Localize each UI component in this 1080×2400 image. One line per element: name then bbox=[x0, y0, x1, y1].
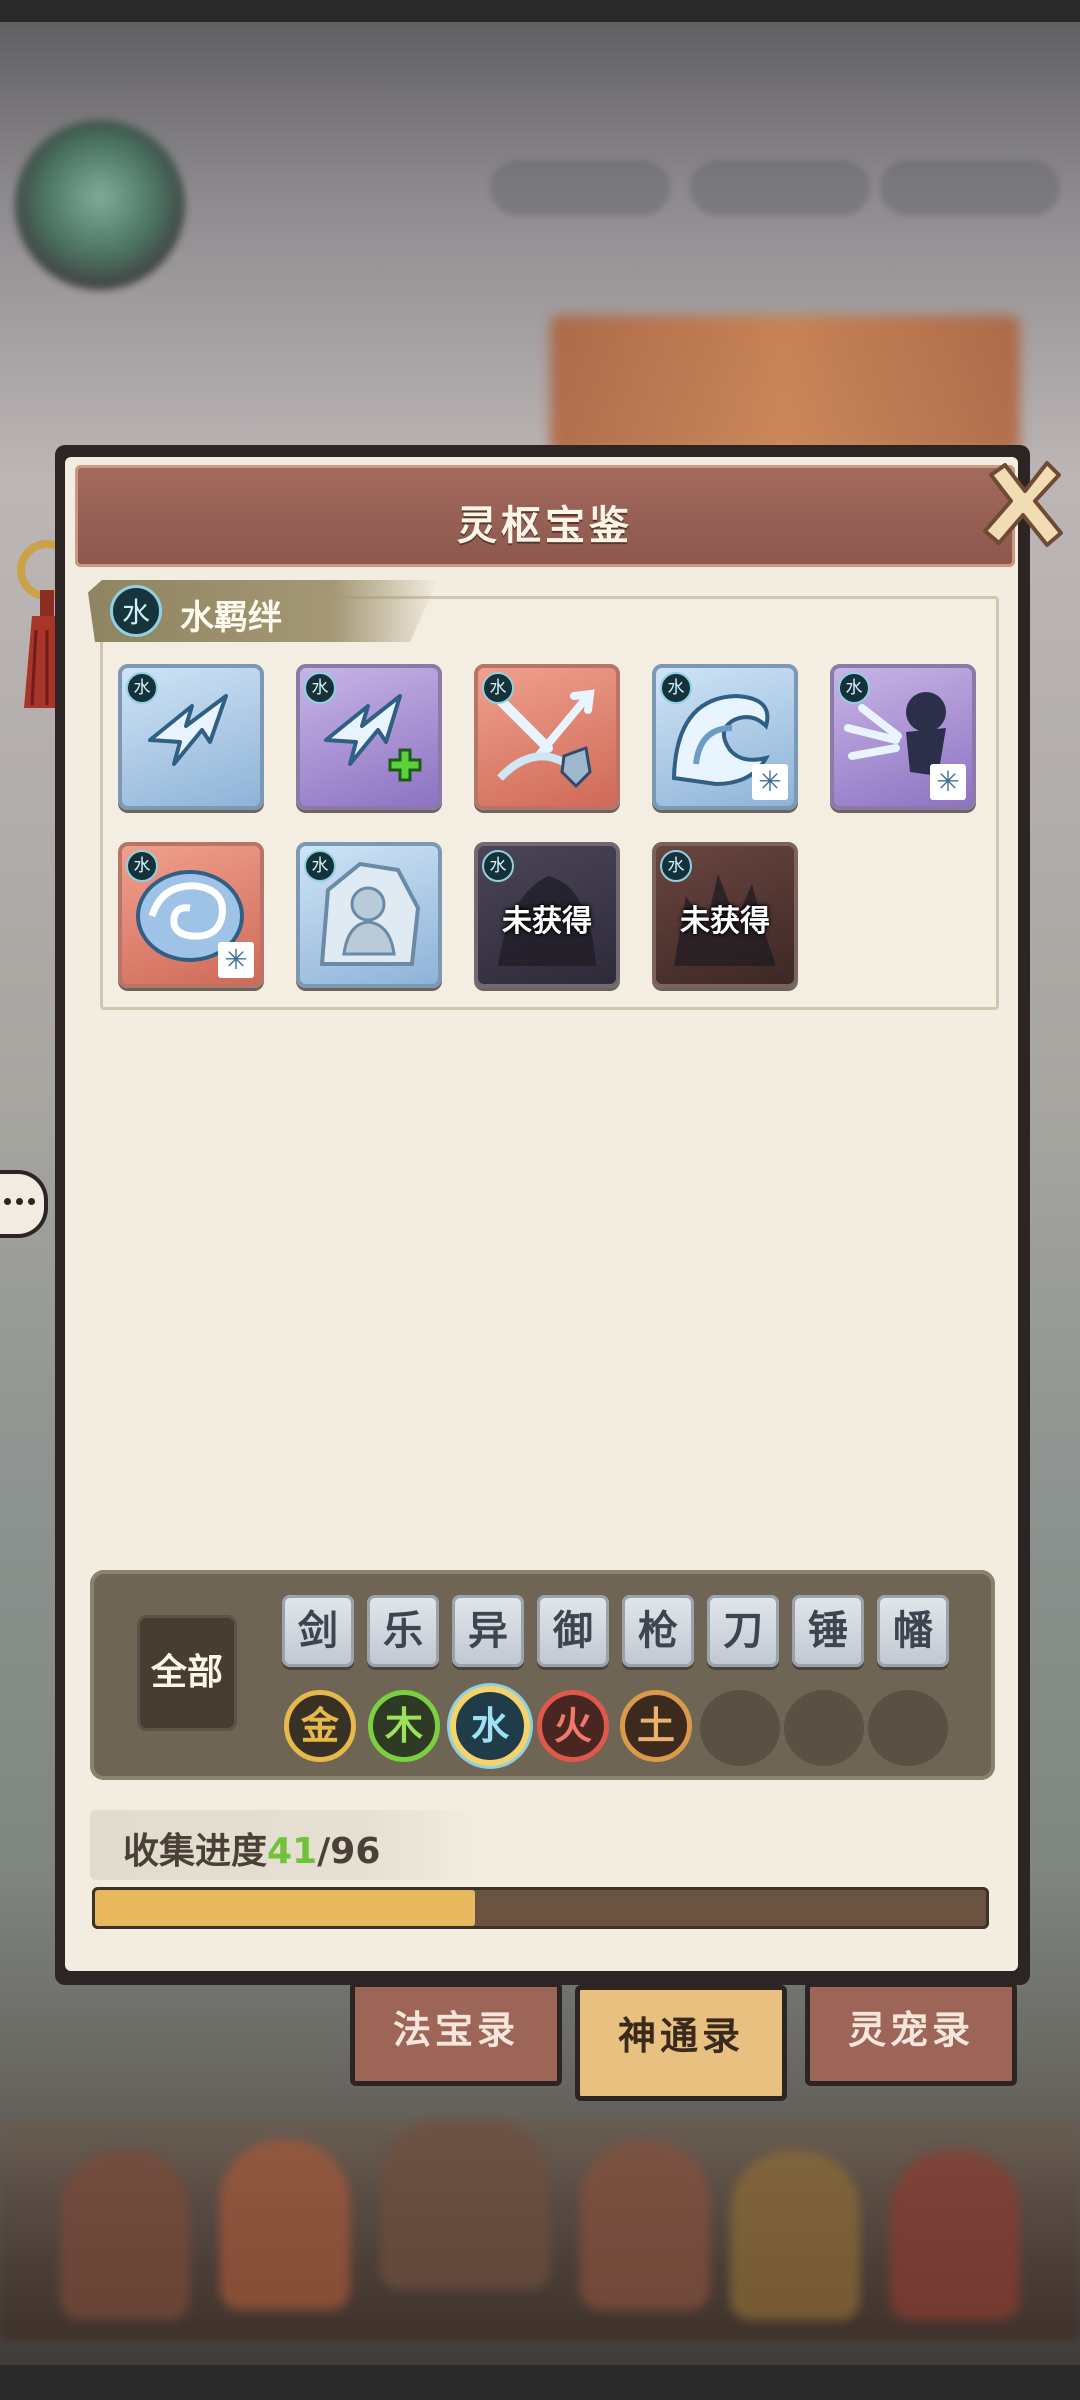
filter-weapon-sword[interactable]: 剑 bbox=[282, 1595, 354, 1667]
card-element-badge: 水 bbox=[482, 672, 514, 704]
card-element-badge: 水 bbox=[126, 672, 158, 704]
event-banner-blurred bbox=[550, 315, 1020, 455]
nav-icon-blurred bbox=[730, 2150, 860, 2320]
card-element-badge: 水 bbox=[660, 672, 692, 704]
frost-tag-icon: ✳ bbox=[930, 764, 966, 800]
card-element-badge: 水 bbox=[304, 850, 336, 882]
water-element-badge: 水 bbox=[110, 585, 162, 637]
tab-skill-record[interactable]: 神通录 bbox=[575, 1985, 787, 2101]
skill-card[interactable]: 水 bbox=[118, 664, 264, 810]
chat-bubble-icon[interactable] bbox=[0, 1170, 48, 1238]
resource-counter-blurred bbox=[690, 160, 870, 216]
filter-weapon-music[interactable]: 乐 bbox=[367, 1595, 439, 1667]
filter-weapon-blade[interactable]: 刀 bbox=[707, 1595, 779, 1667]
collection-progress-label: 收集进度41/96 bbox=[123, 1822, 380, 1874]
progress-current: 41 bbox=[267, 1831, 318, 1872]
filter-weapon-spear[interactable]: 枪 bbox=[622, 1595, 694, 1667]
progress-total: /96 bbox=[317, 1831, 381, 1872]
locked-skill-card[interactable]: 未获得 水 bbox=[652, 842, 798, 988]
nav-icon-blurred bbox=[220, 2140, 350, 2310]
empty-element-slot bbox=[868, 1690, 948, 1766]
filter-element-water-selected[interactable]: 水 bbox=[450, 1686, 530, 1766]
tab-pet-record[interactable]: 灵宠录 bbox=[805, 1982, 1017, 2086]
frost-tag-icon: ✳ bbox=[752, 764, 788, 800]
filter-weapon-hammer[interactable]: 锤 bbox=[792, 1595, 864, 1667]
nav-icon-blurred bbox=[890, 2150, 1020, 2320]
collection-progress-bar bbox=[92, 1887, 989, 1929]
dialog-header: 灵枢宝鉴 bbox=[75, 465, 1015, 567]
skill-card[interactable]: ✳ 水 bbox=[830, 664, 976, 810]
close-icon[interactable] bbox=[973, 453, 1073, 553]
filter-element-wood[interactable]: 木 bbox=[368, 1690, 440, 1762]
card-element-badge: 水 bbox=[482, 850, 514, 882]
skill-card[interactable]: ✳ 水 bbox=[652, 664, 798, 810]
skill-card[interactable]: 水 bbox=[296, 664, 442, 810]
not-obtained-label: 未获得 bbox=[680, 904, 770, 939]
card-element-badge: 水 bbox=[838, 672, 870, 704]
skill-card[interactable]: 水 bbox=[296, 842, 442, 988]
resource-counter-blurred bbox=[490, 160, 670, 216]
skill-card[interactable]: ✳ 水 bbox=[118, 842, 264, 988]
empty-element-slot bbox=[784, 1690, 864, 1766]
bottom-system-bar bbox=[0, 2365, 1080, 2400]
filter-all-button[interactable]: 全部 bbox=[137, 1615, 237, 1731]
filter-element-metal[interactable]: 金 bbox=[284, 1690, 356, 1762]
nav-icon-blurred bbox=[60, 2150, 190, 2320]
filter-weapon-exotic[interactable]: 异 bbox=[452, 1595, 524, 1667]
player-avatar-blurred bbox=[15, 120, 185, 290]
card-element-badge: 水 bbox=[660, 850, 692, 882]
card-element-badge: 水 bbox=[304, 672, 336, 704]
filter-weapon-control[interactable]: 御 bbox=[537, 1595, 609, 1667]
skill-card[interactable]: 水 bbox=[474, 664, 620, 810]
locked-skill-card[interactable]: 未获得 水 bbox=[474, 842, 620, 988]
progress-title: 收集进度 bbox=[123, 1831, 268, 1872]
filter-element-earth[interactable]: 土 bbox=[620, 1690, 692, 1762]
progress-fill bbox=[95, 1890, 475, 1926]
frost-tag-icon: ✳ bbox=[218, 942, 254, 978]
nav-icon-blurred bbox=[580, 2140, 710, 2310]
dialog-title: 灵枢宝鉴 bbox=[457, 503, 633, 549]
empty-element-slot bbox=[700, 1690, 780, 1766]
card-element-badge: 水 bbox=[126, 850, 158, 882]
filter-weapon-banner[interactable]: 幡 bbox=[877, 1595, 949, 1667]
top-status-bar bbox=[0, 0, 1080, 22]
resource-counter-blurred bbox=[880, 160, 1060, 216]
nav-icon-blurred bbox=[380, 2120, 550, 2290]
filter-element-fire[interactable]: 火 bbox=[537, 1690, 609, 1762]
not-obtained-label: 未获得 bbox=[502, 904, 592, 939]
tab-treasure-record[interactable]: 法宝录 bbox=[350, 1982, 562, 2086]
bond-title: 水羁绊 bbox=[180, 598, 282, 638]
